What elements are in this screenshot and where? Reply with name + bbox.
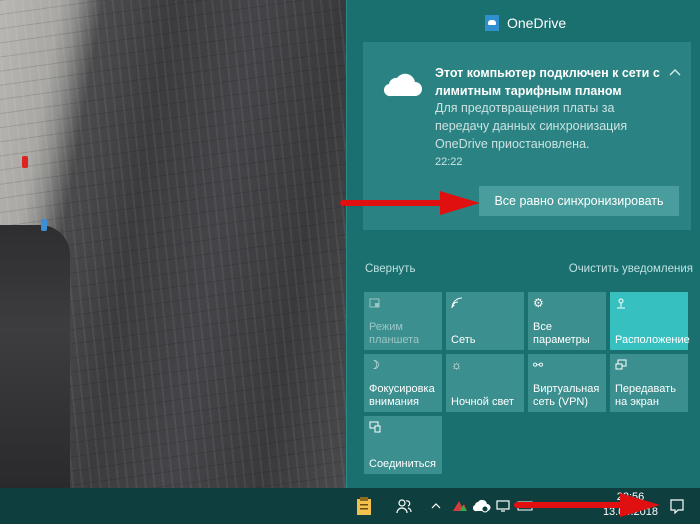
taskbar-app-notepad[interactable]: [352, 488, 376, 524]
tile-night-light[interactable]: ☼ Ночной свет: [446, 354, 524, 412]
climber-figure: [41, 219, 47, 231]
rock-ledge: [0, 225, 70, 488]
tile-label: Виртуальная сеть (VPN): [533, 383, 600, 408]
app-name: OneDrive: [507, 15, 567, 31]
sun-icon: ☼: [451, 358, 462, 372]
tile-label: Ночной свет: [451, 396, 514, 408]
gear-icon: ⚙: [533, 296, 544, 310]
people-button[interactable]: [392, 488, 416, 524]
notification-body: Для предотвращения платы за передачу дан…: [435, 101, 628, 151]
annotation-arrow-to-sync: [340, 191, 480, 215]
project-icon: [615, 359, 627, 370]
onedrive-tray-button[interactable]: [472, 488, 492, 524]
cloud-icon: [383, 73, 422, 97]
moon-icon: ☽: [369, 358, 380, 372]
tile-location[interactable]: Расположение: [610, 292, 690, 350]
tile-label: Соединиться: [369, 458, 436, 470]
clipboard-icon: [357, 497, 371, 515]
onedrive-sync-icon: [473, 499, 491, 513]
tile-label: Расположение: [615, 334, 690, 346]
tile-focus-assist[interactable]: ☽ Фокусировка внимания: [364, 354, 442, 412]
action-center-button[interactable]: [664, 488, 690, 524]
tile-network[interactable]: Сеть: [446, 292, 524, 350]
tile-label: Режим планшета: [369, 321, 420, 346]
tile-all-settings[interactable]: ⚙ Все параметры: [528, 292, 606, 350]
onedrive-icon: [485, 15, 499, 31]
notification-time: 22:22: [435, 156, 463, 168]
connect-icon: [369, 421, 381, 433]
action-center-panel: OneDrive Этот компьютер подключен к сети…: [346, 0, 700, 488]
notification-group-header[interactable]: OneDrive: [485, 12, 566, 34]
notification-icon: [670, 499, 684, 514]
show-hidden-icons-button[interactable]: [428, 488, 444, 524]
vpn-icon: ⚯: [533, 358, 544, 372]
people-icon: [396, 499, 412, 514]
notification-title: Этот компьютер подключен к сети с лимитн…: [435, 66, 660, 98]
network-icon: [451, 297, 463, 309]
sync-anyway-button[interactable]: Все равно синхронизировать: [479, 186, 679, 216]
tile-label: Все параметры: [533, 321, 590, 346]
location-icon: [617, 298, 625, 309]
clear-notifications-link[interactable]: Очистить уведомления: [569, 263, 693, 275]
tile-vpn[interactable]: ⚯ Виртуальная сеть (VPN): [528, 354, 606, 412]
tile-tablet-mode[interactable]: Режим планшета: [364, 292, 442, 350]
tile-label: Фокусировка внимания: [369, 383, 435, 408]
chevron-up-icon: [431, 503, 441, 509]
climber-figure: [22, 156, 28, 168]
collapse-link[interactable]: Свернуть: [365, 263, 415, 275]
tablet-mode-icon: [369, 298, 380, 308]
tile-connect[interactable]: Соединиться: [364, 416, 442, 474]
tile-project[interactable]: Передавать на экран: [610, 354, 688, 412]
annotation-arrow-to-action-center: [514, 493, 660, 517]
network-icon: [496, 500, 510, 512]
desktop-wallpaper: [0, 0, 346, 488]
tile-label: Передавать на экран: [615, 383, 676, 408]
tray-app-icon[interactable]: [450, 488, 470, 524]
network-tray-button[interactable]: [494, 488, 512, 524]
chevron-up-icon[interactable]: [669, 68, 681, 76]
tile-label: Сеть: [451, 334, 476, 346]
app-tray-icon: [453, 501, 467, 511]
